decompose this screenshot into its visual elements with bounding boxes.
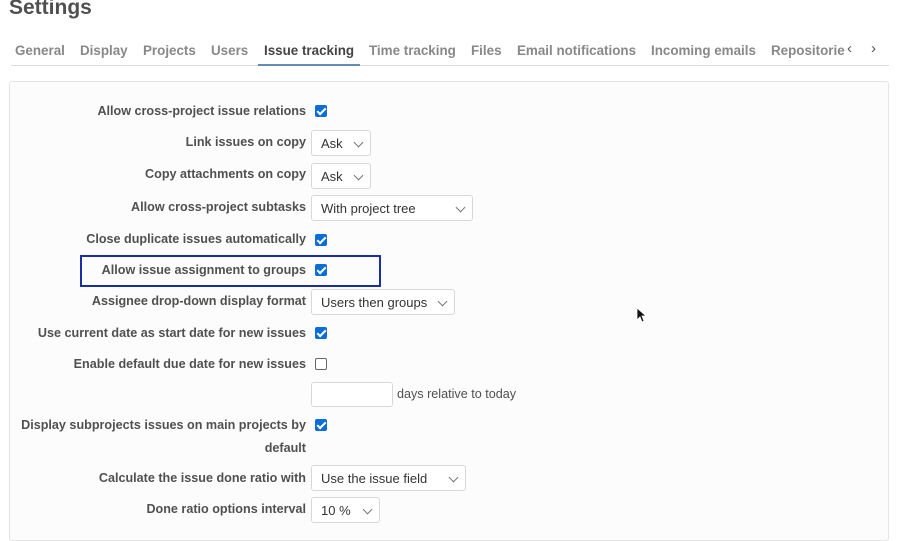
subprojects-issues-checkbox[interactable] [315,419,327,431]
current-date-start-label: Use current date as start date for new i… [37,326,306,340]
chevron-right-icon[interactable]: › [871,40,876,57]
copy-attachments-value: Ask [321,169,343,184]
group-assignment-label: Allow issue assignment to groups [101,263,306,277]
default-due-date-checkbox[interactable] [315,358,327,370]
cross-project-subtasks-value: With project tree [321,201,416,216]
chevron-left-icon[interactable]: ‹ [847,40,852,57]
tab-users[interactable]: Users [211,43,248,58]
chevron-down-icon [353,170,364,181]
assignee-format-label: Assignee drop-down display format [91,294,306,308]
link-on-copy-select[interactable]: Ask [311,130,371,156]
tab-time-tracking[interactable]: Time tracking [369,43,456,58]
tab-projects[interactable]: Projects [143,43,196,58]
chevron-down-icon [437,296,448,307]
due-days-input[interactable] [311,382,393,407]
cross-project-subtasks-label: Allow cross-project subtasks [131,200,306,214]
close-duplicates-label: Close duplicate issues automatically [86,232,306,246]
cross-project-relations-label: Allow cross-project issue relations [97,104,306,118]
subprojects-issues-label-line2: default [264,441,306,455]
copy-attachments-label: Copy attachments on copy [145,167,306,181]
link-on-copy-value: Ask [321,136,343,151]
tab-issue-tracking[interactable]: Issue tracking [258,43,361,66]
page-title: Settings [9,0,92,19]
close-duplicates-checkbox[interactable] [315,234,327,246]
cross-project-relations-checkbox[interactable] [315,105,327,117]
tab-email-notifications[interactable]: Email notifications [517,43,636,58]
tab-display[interactable]: Display [80,43,128,58]
done-ratio-interval-value: 10 % [321,503,351,518]
link-on-copy-label: Link issues on copy [185,135,306,149]
group-assignment-checkbox[interactable] [315,264,327,276]
subprojects-issues-label-line1: Display subprojects issues on main proje… [21,418,306,432]
chevron-down-icon [353,137,364,148]
tab-incoming-emails[interactable]: Incoming emails [651,43,756,58]
done-ratio-interval-select[interactable]: 10 % [311,497,380,523]
assignee-format-select[interactable]: Users then groups [311,289,455,315]
copy-attachments-select[interactable]: Ask [311,163,371,189]
chevron-down-icon [448,472,459,483]
assignee-format-value: Users then groups [321,295,428,310]
due-days-suffix: days relative to today [397,387,517,401]
tab-files[interactable]: Files [471,43,502,58]
tab-general[interactable]: General [15,43,65,58]
done-ratio-interval-label: Done ratio options interval [146,502,306,516]
done-ratio-label: Calculate the issue done ratio with [98,471,306,485]
done-ratio-select[interactable]: Use the issue field [311,465,466,491]
done-ratio-value: Use the issue field [321,471,428,486]
mouse-cursor-icon [637,308,647,323]
default-due-date-label: Enable default due date for new issues [73,357,306,371]
chevron-down-icon [455,202,466,213]
current-date-start-checkbox[interactable] [315,327,327,339]
chevron-down-icon [362,504,373,515]
cross-project-subtasks-select[interactable]: With project tree [311,195,473,221]
settings-tabs: General Display Projects Users Issue tra… [11,34,889,66]
tab-repositories[interactable]: Repositories [771,43,845,58]
